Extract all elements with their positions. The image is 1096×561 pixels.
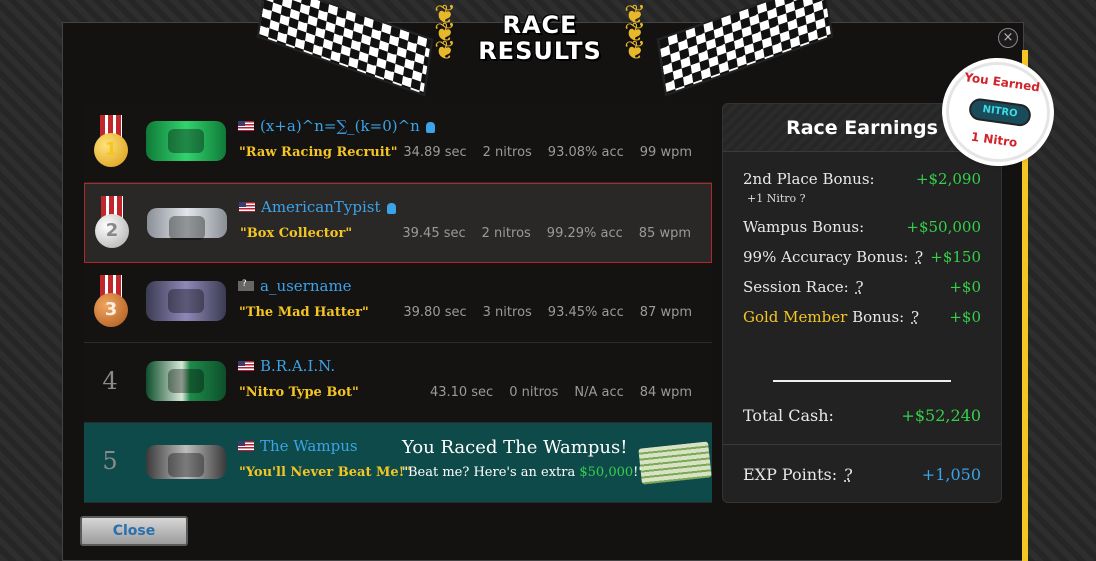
wpm: 87 wpm — [639, 305, 692, 320]
racer-username[interactable]: (x+a)^n=∑_(k=0)^n — [260, 117, 435, 135]
race-time: 34.89 sec — [403, 145, 467, 160]
page-title: RACE RESULTS — [478, 11, 602, 65]
racer-title: "Nitro Type Bot" — [239, 385, 359, 400]
race-time: 43.10 sec — [429, 385, 494, 400]
racer-title: "The Mad Hatter" — [239, 305, 369, 320]
result-row-2: 2 AmericanTypist "Box Collector" 39.45 s… — [84, 183, 712, 263]
nitro-bonus-note: +1 Nitro ? — [747, 192, 806, 205]
accuracy-bonus-value: +$150 — [930, 248, 981, 266]
result-row-3: 3 a_username "The Mad Hatter" 39.80 sec … — [84, 263, 712, 343]
session-race-value: +$0 — [949, 278, 981, 296]
racer-title: "Box Collector" — [240, 226, 353, 241]
gold-medal-icon: 1 — [94, 115, 128, 171]
close-button[interactable]: Close — [80, 516, 188, 546]
racer-car-image — [146, 361, 226, 401]
verified-user-icon — [425, 121, 435, 133]
help-icon[interactable]: ? — [856, 278, 864, 296]
exp-points-row: EXP Points: ? +1,050 — [743, 465, 981, 484]
racer-username[interactable]: a_username — [260, 277, 352, 295]
race-time: 39.45 sec — [402, 226, 466, 241]
total-cash-value: +$52,240 — [901, 406, 981, 425]
wampus-quote: "Beat me? Here's an extra $50,000!" — [402, 465, 645, 480]
result-row-5: 5 The Wampus "You'll Never Beat Me!" You… — [84, 423, 712, 503]
session-race-row: Session Race: ? +$0 — [743, 278, 981, 296]
racer-car-image — [146, 121, 226, 161]
racer-username[interactable]: B.R.A.I.N. — [260, 357, 335, 375]
accuracy: 93.08% acc — [547, 145, 624, 160]
us-flag-icon — [238, 121, 254, 131]
wampus-bonus-value: +$50,000 — [906, 218, 981, 236]
laurel-right-icon: ❦ ❦ ❦ — [624, 0, 646, 66]
gold-member-link[interactable]: Gold Member — [743, 308, 847, 326]
racer-username[interactable]: The Wampus — [260, 437, 358, 455]
silver-medal-icon: 2 — [95, 196, 129, 252]
close-icon[interactable]: × — [998, 28, 1018, 48]
laurel-left-icon: ❦ ❦ ❦ — [434, 0, 456, 66]
racer-car-image — [146, 281, 226, 321]
nitros-used: 2 nitros — [481, 226, 531, 241]
accuracy: 93.45% acc — [547, 305, 624, 320]
us-flag-icon — [238, 361, 254, 371]
racer-title: "You'll Never Beat Me!" — [239, 465, 412, 480]
exp-points-value: +1,050 — [921, 465, 981, 484]
result-row-1: 1 (x+a)^n=∑_(k=0)^n "Raw Racing Recruit"… — [84, 103, 712, 183]
wampus-bonus-row: Wampus Bonus: +$50,000 — [743, 218, 981, 236]
racer-username[interactable]: AmericanTypist — [261, 198, 396, 216]
nitro-icon: NITRO — [967, 97, 1033, 128]
racer-stats: 39.80 sec 3 nitros 93.45% acc 87 wpm — [403, 305, 692, 320]
racer-stats: 34.89 sec 2 nitros 93.08% acc 99 wpm — [403, 145, 692, 160]
help-icon[interactable]: ? — [800, 192, 806, 205]
verified-user-icon — [386, 202, 396, 214]
place-number: 5 — [102, 447, 118, 475]
nitros-used: 2 nitros — [482, 145, 532, 160]
help-icon[interactable]: ? — [915, 248, 923, 266]
total-cash-row: Total Cash: +$52,240 — [743, 406, 981, 425]
earnings-panel: Race Earnings 2nd Place Bonus: +$2,090 +… — [722, 103, 1002, 503]
racer-stats: 43.10 sec 0 nitros N/A acc 84 wpm — [430, 385, 692, 400]
gold-bonus-row: Gold Member Bonus: ? +$0 — [743, 308, 981, 326]
racer-car-image — [146, 445, 226, 479]
racer-title: "Raw Racing Recruit" — [239, 145, 398, 160]
place-bonus-row: 2nd Place Bonus: +$2,090 — [743, 170, 981, 188]
nitros-used: 0 nitros — [509, 385, 559, 400]
nitros-used: 3 nitros — [482, 305, 532, 320]
racer-car-image — [147, 208, 227, 240]
help-icon[interactable]: ? — [844, 465, 853, 484]
wampus-message: You Raced The Wampus! — [402, 437, 628, 458]
gold-bonus-value: +$0 — [949, 308, 981, 326]
divider — [723, 444, 1001, 445]
wpm: 99 wpm — [639, 145, 692, 160]
race-time: 39.80 sec — [403, 305, 467, 320]
racer-stats: 39.45 sec 2 nitros 99.29% acc 85 wpm — [402, 226, 691, 241]
accuracy: 99.29% acc — [546, 226, 623, 241]
help-icon[interactable]: ? — [911, 308, 919, 326]
sum-divider — [773, 380, 951, 382]
accuracy: N/A acc — [574, 385, 624, 400]
bronze-medal-icon: 3 — [94, 275, 128, 331]
cash-stack-icon — [638, 441, 712, 485]
results-list: 1 (x+a)^n=∑_(k=0)^n "Raw Racing Recruit"… — [84, 103, 712, 503]
unknown-flag-icon — [238, 279, 254, 291]
us-flag-icon — [239, 202, 255, 212]
wpm: 84 wpm — [639, 385, 692, 400]
result-row-4: 4 B.R.A.I.N. "Nitro Type Bot" 43.10 sec … — [84, 343, 712, 423]
us-flag-icon — [238, 441, 254, 451]
accuracy-bonus-row: 99% Accuracy Bonus: ? +$150 — [743, 248, 981, 266]
wpm: 85 wpm — [638, 226, 691, 241]
place-number: 4 — [102, 367, 118, 395]
race-results-banner: ❦ ❦ ❦ ❦ ❦ ❦ RACE RESULTS — [250, 0, 840, 97]
place-bonus-value: +$2,090 — [915, 170, 981, 188]
